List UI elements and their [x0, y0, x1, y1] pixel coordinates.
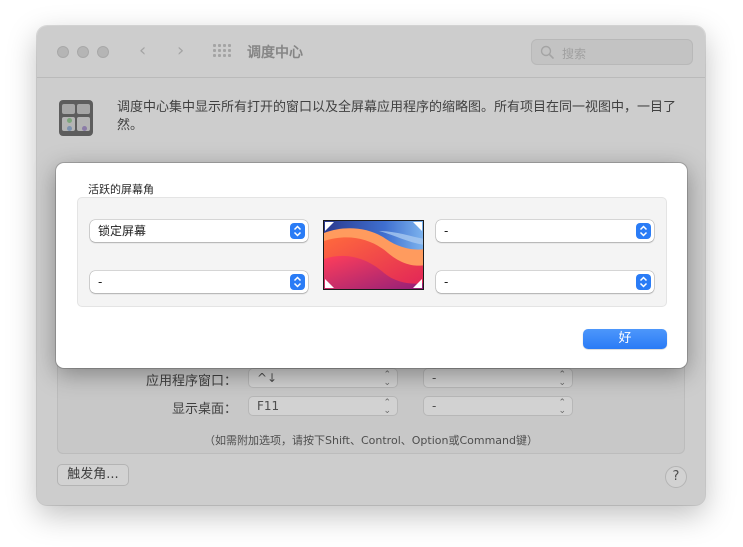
stepper-chevron-icon [636, 274, 651, 290]
corner-marker-icon [325, 279, 334, 288]
top-right-corner-select[interactable]: - [436, 220, 654, 242]
stepper-chevron-icon [636, 223, 651, 239]
show-desktop-modifier-popup[interactable]: - ⌃ ⌄ [423, 396, 573, 416]
close-window-button[interactable] [57, 46, 69, 58]
bottom-left-corner-select[interactable]: - [90, 271, 308, 293]
up-down-chevron-icon: ⌃ ⌄ [558, 370, 566, 388]
hot-corners-button[interactable]: 触发角... [57, 464, 129, 486]
desktop-wallpaper-preview [323, 220, 424, 290]
top-right-corner-value: - [444, 224, 449, 238]
hot-corners-box: 锁定屏幕 - - - [77, 197, 667, 307]
corner-marker-icon [413, 279, 422, 288]
up-down-chevron-icon: ⌃ ⌄ [383, 370, 391, 388]
search-field[interactable]: 搜索 [531, 39, 693, 65]
back-chevron-icon[interactable]: ‹ [139, 40, 146, 61]
bottom-right-corner-select[interactable]: - [436, 271, 654, 293]
up-down-chevron-icon: ⌃ ⌄ [558, 398, 566, 416]
show-desktop-key-value: F11 [257, 399, 280, 413]
show-desktop-key-popup[interactable]: F11 ⌃ ⌄ [248, 396, 398, 416]
search-icon [540, 45, 554, 59]
sheet-title: 活跃的屏幕角 [88, 183, 154, 196]
top-left-corner-value: 锁定屏幕 [98, 224, 147, 238]
corner-marker-icon [413, 222, 422, 231]
show-all-grid-icon[interactable] [213, 44, 231, 58]
ok-button[interactable]: 好 [583, 329, 667, 349]
window-title: 调度中心 [247, 45, 303, 61]
bottom-right-corner-value: - [444, 275, 449, 289]
show-desktop-modifier-value: - [432, 399, 437, 413]
app-windows-modifier-popup[interactable]: - ⌃ ⌄ [423, 368, 573, 388]
corner-marker-icon [325, 222, 334, 231]
app-windows-modifier-value: - [432, 371, 437, 385]
app-windows-key-value: ^↓ [257, 371, 278, 385]
minimize-window-button[interactable] [77, 46, 89, 58]
modifier-hint: （如需附加选项，请按下Shift、Control、Option或Command键… [203, 434, 538, 447]
up-down-chevron-icon: ⌃ ⌄ [383, 398, 391, 416]
stepper-chevron-icon [290, 223, 305, 239]
app-windows-label: 应用程序窗口： [145, 374, 237, 389]
stepper-chevron-icon [290, 274, 305, 290]
intro-description: 调度中心集中显示所有打开的窗口以及全屏幕应用程序的缩略图。所有项目在同一视图中，… [117, 100, 677, 133]
mission-control-icon [59, 100, 93, 136]
hot-corners-sheet: 活跃的屏幕角 锁定屏幕 - - - 好 [56, 163, 687, 368]
app-windows-key-popup[interactable]: ^↓ ⌃ ⌄ [248, 368, 398, 388]
help-button[interactable]: ? [665, 466, 687, 488]
search-placeholder: 搜索 [562, 47, 587, 61]
top-left-corner-select[interactable]: 锁定屏幕 [90, 220, 308, 242]
show-desktop-label: 显示桌面： [171, 402, 237, 417]
title-bar: ‹ › 调度中心 搜索 [37, 26, 705, 78]
bottom-left-corner-value: - [98, 275, 103, 289]
big-sur-wallpaper-icon [324, 221, 423, 289]
zoom-window-button[interactable] [97, 46, 109, 58]
forward-chevron-icon[interactable]: › [177, 40, 184, 61]
